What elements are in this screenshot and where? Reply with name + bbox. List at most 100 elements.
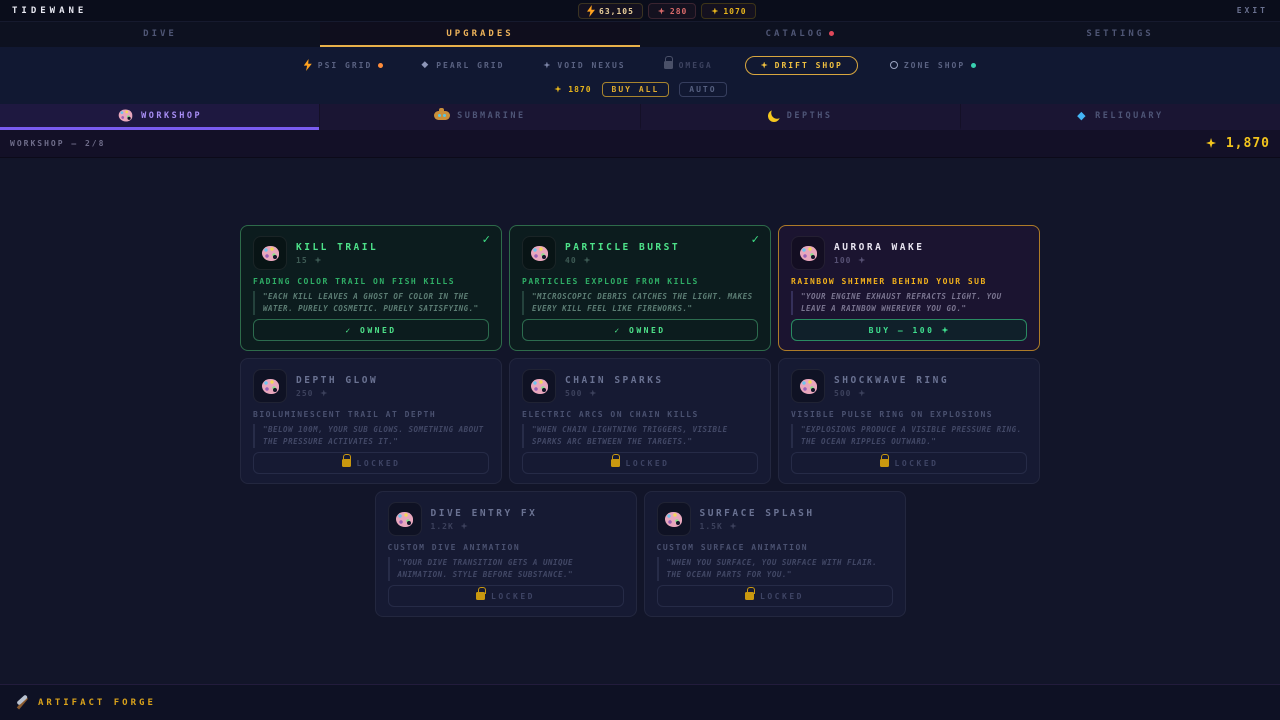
card-header: AURORA WAKE 100 (791, 236, 1027, 270)
palette-icon (800, 379, 817, 394)
artifact-forge-bar[interactable]: ARTIFACT FORGE (0, 684, 1280, 720)
card-tagline: RAINBOW SHIMMER BEHIND YOUR SUB (791, 277, 1027, 286)
currency-gold-value: 1070 (723, 7, 746, 16)
shop-tab-drift-shop[interactable]: DRIFT SHOP (745, 56, 858, 75)
card-title: AURORA WAKE (834, 242, 924, 253)
main-tab-dive[interactable]: DIVE (0, 22, 320, 47)
card-quote: "EACH KILL LEAVES A GHOST OF COLOR IN TH… (253, 291, 489, 315)
bolt-icon (587, 5, 595, 17)
palette-icon (262, 379, 279, 394)
card-icon-box (388, 502, 422, 536)
upgrade-card-aurora-wake[interactable]: ✓ AURORA WAKE 100 RAINBOW SHIMMER BEHIND… (778, 225, 1040, 351)
card-tagline: ELECTRIC ARCS ON CHAIN KILLS (522, 410, 758, 419)
lock-icon (664, 61, 673, 69)
card-icon-box (522, 369, 556, 403)
card-quote: "EXPLOSIONS PRODUCE A VISIBLE PRESSURE R… (791, 424, 1027, 448)
section-nav: WORKSHOPSUBMARINEDEPTHS◆RELIQUARY (0, 104, 1280, 130)
drift-balance: 1870 (553, 85, 591, 94)
upgrade-card-surface-splash: ✓ SURFACE SPLASH 1.5K CUSTOM SURFACE ANI… (644, 491, 906, 617)
buy-all-button[interactable]: BUY ALL (602, 82, 670, 97)
main-nav: DIVEUPGRADESCATALOGSETTINGS (0, 22, 1280, 47)
shop-tab-omega[interactable]: OMEGA (658, 57, 719, 74)
lock-icon (880, 459, 889, 467)
card-header: DEPTH GLOW 250 (253, 369, 489, 403)
main-tab-upgrades[interactable]: UPGRADES (320, 22, 640, 47)
star-icon (554, 86, 561, 93)
exit-button[interactable]: EXIT (1237, 6, 1268, 15)
locked-button: LOCKED (388, 585, 624, 607)
owned-check-icon: ✓ (482, 233, 491, 246)
card-quote: "WHEN CHAIN LIGHTNING TRIGGERS, VISIBLE … (522, 424, 758, 448)
main-tab-catalog[interactable]: CATALOG (640, 22, 960, 47)
card-title-block: SHOCKWAVE RING 500 (834, 375, 949, 398)
card-title: KILL TRAIL (296, 242, 378, 253)
palette-icon (119, 110, 133, 122)
star-icon (1206, 138, 1216, 148)
top-bar: TIDEWANE 63,105 280 1070 EXIT (0, 0, 1280, 22)
section-tab-depths[interactable]: DEPTHS (640, 104, 960, 130)
status-dot (378, 63, 383, 68)
lock-icon (611, 459, 620, 467)
card-tagline: CUSTOM DIVE ANIMATION (388, 543, 624, 552)
ring-icon (890, 61, 898, 69)
section-tab-reliquary[interactable]: ◆RELIQUARY (960, 104, 1280, 130)
card-cost: 40 (565, 256, 680, 265)
card-quote: "BELOW 100M, YOUR SUB GLOWS. SOMETHING A… (253, 424, 489, 448)
bolt-icon (304, 59, 312, 71)
lock-icon (476, 592, 485, 600)
card-tagline: PARTICLES EXPLODE FROM KILLS (522, 277, 758, 286)
locked-button: LOCKED (791, 452, 1027, 474)
upgrade-card-dive-entry-fx: ✓ DIVE ENTRY FX 1.2K CUSTOM DIVE ANIMATI… (375, 491, 637, 617)
owned-button[interactable]: ✓ OWNED (522, 319, 758, 341)
card-tagline: CUSTOM SURFACE ANIMATION (657, 543, 893, 552)
moon-icon (768, 110, 780, 122)
owned-button[interactable]: ✓ OWNED (253, 319, 489, 341)
star-icon (543, 62, 550, 69)
locked-button: LOCKED (657, 585, 893, 607)
buy-button[interactable]: BUY — 100 (791, 319, 1027, 341)
card-header: DIVE ENTRY FX 1.2K (388, 502, 624, 536)
card-title: SURFACE SPLASH (700, 508, 815, 519)
artifact-forge-label: ARTIFACT FORGE (38, 698, 156, 708)
buy-row: 1870 BUY ALL AUTO (0, 82, 1280, 96)
diamond-icon: ◆ (421, 60, 430, 70)
main-tab-settings[interactable]: SETTINGS (960, 22, 1280, 47)
card-cost: 1.5K (700, 522, 815, 531)
palette-icon (531, 246, 548, 261)
card-header: SURFACE SPLASH 1.5K (657, 502, 893, 536)
card-tagline: VISIBLE PULSE RING ON EXPLOSIONS (791, 410, 1027, 419)
card-header: PARTICLE BURST 40 (522, 236, 758, 270)
shop-tab-zone-shop[interactable]: ZONE SHOP (884, 57, 982, 74)
shop-tab-void-nexus[interactable]: VOID NEXUS (536, 57, 631, 74)
section-tab-workshop[interactable]: WORKSHOP (0, 104, 319, 130)
card-icon-box (791, 236, 825, 270)
palette-icon (665, 512, 682, 527)
card-title-block: CHAIN SPARKS 500 (565, 375, 664, 398)
card-icon-box (791, 369, 825, 403)
card-quote: "YOUR ENGINE EXHAUST REFRACTS LIGHT. YOU… (791, 291, 1027, 315)
card-header: SHOCKWAVE RING 500 (791, 369, 1027, 403)
shop-tab-psi-grid[interactable]: PSI GRID (298, 55, 390, 75)
card-tagline: FADING COLOR TRAIL ON FISH KILLS (253, 277, 489, 286)
upgrade-card-kill-trail: ✓ KILL TRAIL 15 FADING COLOR TRAIL ON FI… (240, 225, 502, 351)
shop-tab-pearl-grid[interactable]: ◆PEARL GRID (415, 56, 510, 74)
card-title-block: AURORA WAKE 100 (834, 242, 924, 265)
card-title: CHAIN SPARKS (565, 375, 664, 386)
card-quote: "WHEN YOU SURFACE, YOU SURFACE WITH FLAI… (657, 557, 893, 581)
card-title-block: DEPTH GLOW 250 (296, 375, 378, 398)
card-cost: 500 (565, 389, 664, 398)
star-icon (761, 62, 768, 69)
currency-pills: 63,105 280 1070 (578, 3, 756, 19)
upgrade-card-shockwave-ring: ✓ SHOCKWAVE RING 500 VISIBLE PULSE RING … (778, 358, 1040, 484)
card-cost: 1.2K (431, 522, 538, 531)
submarine-icon (434, 111, 450, 120)
star-icon (314, 257, 321, 264)
card-icon-box (253, 236, 287, 270)
star-icon (461, 523, 468, 530)
section-tab-submarine[interactable]: SUBMARINE (319, 104, 639, 130)
game-title: TIDEWANE (12, 6, 87, 16)
auto-button[interactable]: AUTO (679, 82, 726, 97)
card-title-block: KILL TRAIL 15 (296, 242, 378, 265)
currency-red-shards: 280 (648, 3, 696, 19)
upgrade-card-depth-glow: ✓ DEPTH GLOW 250 BIOLUMINESCENT TRAIL AT… (240, 358, 502, 484)
